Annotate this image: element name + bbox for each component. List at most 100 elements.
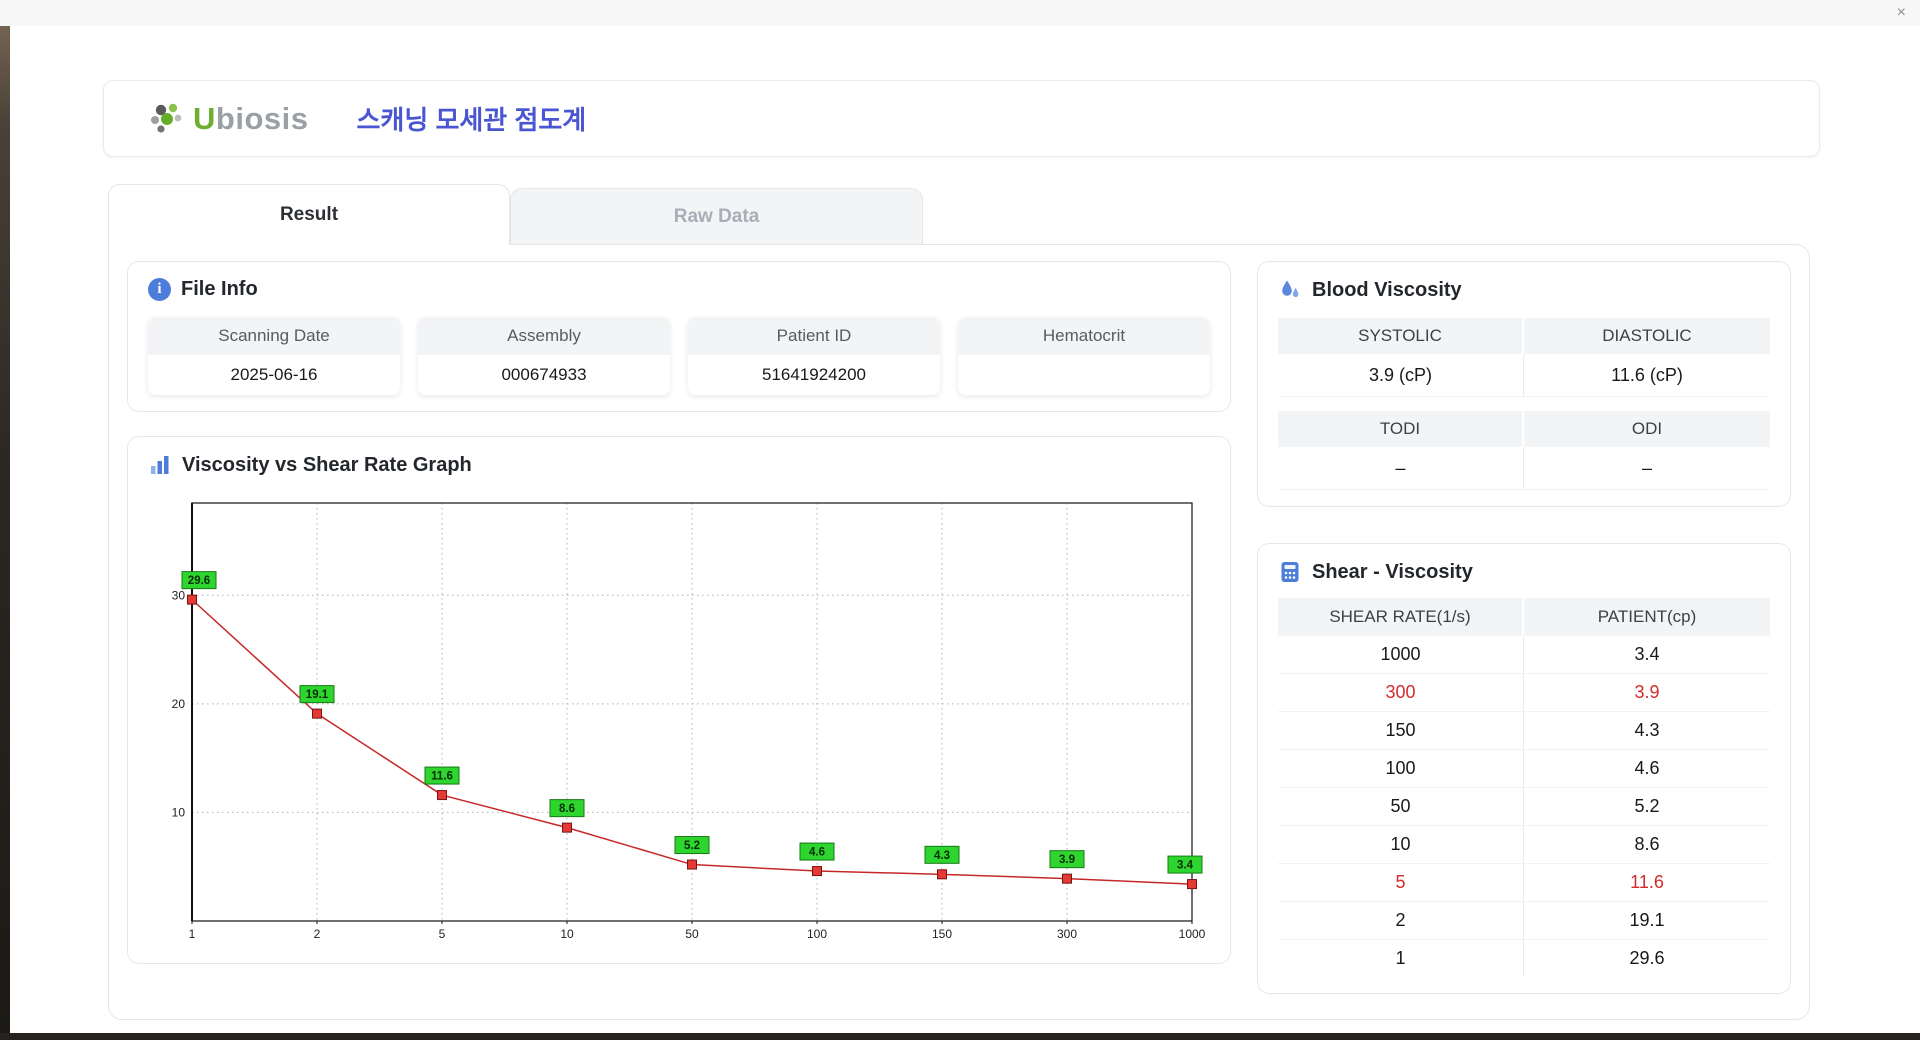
table-row: 5 11.6 bbox=[1278, 864, 1770, 902]
table-row: 1000 3.4 bbox=[1278, 636, 1770, 674]
field-label: Scanning Date bbox=[148, 317, 400, 355]
svg-text:3.9: 3.9 bbox=[1059, 854, 1075, 866]
svg-text:19.1: 19.1 bbox=[306, 689, 329, 701]
patient-cell: 3.4 bbox=[1634, 644, 1660, 664]
logo-text-u: U bbox=[193, 100, 216, 136]
logo-text: Ubiosis bbox=[193, 101, 308, 137]
svg-text:4.3: 4.3 bbox=[934, 850, 950, 862]
bv-value-odi: – bbox=[1524, 447, 1770, 490]
tab-raw-data[interactable]: Raw Data bbox=[510, 188, 923, 245]
table-row: 50 5.2 bbox=[1278, 788, 1770, 826]
tab-bar: Result Raw Data bbox=[108, 184, 923, 245]
table-row: 1 29.6 bbox=[1278, 940, 1770, 977]
svg-text:10: 10 bbox=[560, 927, 574, 941]
field-value: 2025-06-16 bbox=[230, 365, 318, 384]
bv-value-row: 3.9 (cP) 11.6 (cP) bbox=[1278, 354, 1770, 397]
bv-value-todi: – bbox=[1278, 447, 1524, 490]
blood-viscosity-card: Blood Viscosity SYSTOLIC DIASTOLIC 3.9 (cP… bbox=[1257, 261, 1791, 507]
patient-cell: 11.6 bbox=[1630, 872, 1664, 892]
calculator-icon bbox=[1281, 562, 1299, 582]
bv-header-todi: TODI bbox=[1278, 411, 1524, 447]
shear-viscosity-heading-row: Shear - Viscosity bbox=[1278, 560, 1770, 584]
svg-text:100: 100 bbox=[807, 927, 827, 941]
svg-text:10: 10 bbox=[172, 805, 186, 819]
logo-text-rest: biosis bbox=[215, 100, 309, 136]
bv-header-diastolic: DIASTOLIC bbox=[1524, 318, 1770, 354]
shear-rate-cell: 2 bbox=[1278, 902, 1524, 939]
file-info-field-scanning-date: Scanning Date 2025-06-16 bbox=[148, 317, 400, 395]
blood-viscosity-heading: Blood Viscosity bbox=[1312, 278, 1462, 301]
file-info-field-hematocrit: Hematocrit bbox=[958, 317, 1210, 395]
bv-header-systolic: SYSTOLIC bbox=[1278, 318, 1524, 354]
svg-text:8.6: 8.6 bbox=[559, 803, 575, 815]
shear-rate-cell: 100 bbox=[1278, 750, 1524, 787]
blood-viscosity-table: SYSTOLIC DIASTOLIC 3.9 (cP) 11.6 (cP) TODI OD… bbox=[1278, 318, 1770, 490]
shear-table-header-row: SHEAR RATE(1/s) PATIENT(cp) bbox=[1278, 598, 1770, 636]
file-info-field-assembly: Assembly 000674933 bbox=[418, 317, 670, 395]
field-label: Assembly bbox=[418, 317, 670, 355]
file-info-heading: File Info bbox=[181, 278, 258, 300]
app-content: Ubiosis 스캐닝 모세관 점도계 Result Raw Data i Fi… bbox=[10, 26, 1920, 1033]
shear-rate-cell: 50 bbox=[1278, 788, 1524, 825]
patient-column-header: PATIENT(cp) bbox=[1524, 598, 1770, 636]
svg-text:3.4: 3.4 bbox=[1177, 860, 1194, 872]
field-value: 51641924200 bbox=[761, 365, 866, 384]
table-row: 10 8.6 bbox=[1278, 826, 1770, 864]
patient-cell: 5.2 bbox=[1634, 796, 1660, 816]
tab-result[interactable]: Result bbox=[108, 184, 510, 245]
table-row: 300 3.9 bbox=[1278, 674, 1770, 712]
viscosity-chart: 10 20 30 1 2 5 10 50 100 150 300 1000 29.6 19.1 11.6 8.… bbox=[172, 502, 1206, 941]
shear-rate-cell: 1000 bbox=[1278, 636, 1524, 673]
svg-text:50: 50 bbox=[685, 927, 699, 941]
shear-rate-cell: 5 bbox=[1278, 864, 1524, 901]
table-row: 150 4.3 bbox=[1278, 712, 1770, 750]
app-header: Ubiosis 스캐닝 모세관 점도계 bbox=[103, 80, 1820, 157]
field-value bbox=[958, 355, 1210, 395]
bv-header-odi: ODI bbox=[1524, 411, 1770, 447]
logo-dots-icon bbox=[151, 103, 182, 133]
svg-text:1000: 1000 bbox=[1179, 927, 1206, 941]
shear-rate-cell: 300 bbox=[1278, 674, 1524, 711]
svg-text:1: 1 bbox=[189, 927, 196, 941]
window-top-bar: × bbox=[0, 0, 1920, 26]
shear-rate-column-header: SHEAR RATE(1/s) bbox=[1278, 598, 1524, 636]
patient-cell: 4.3 bbox=[1634, 720, 1660, 740]
close-icon[interactable]: × bbox=[1897, 3, 1906, 23]
table-row: 2 19.1 bbox=[1278, 902, 1770, 940]
desktop-edge-left bbox=[0, 0, 10, 1040]
file-info-field-patient-id: Patient ID 51641924200 bbox=[688, 317, 940, 395]
bv-value-systolic: 3.9 (cP) bbox=[1278, 354, 1524, 397]
svg-text:5.2: 5.2 bbox=[684, 840, 700, 852]
bv-header-row: TODI ODI bbox=[1278, 411, 1770, 447]
droplet-icon bbox=[1282, 280, 1299, 298]
svg-text:29.6: 29.6 bbox=[188, 575, 210, 587]
field-value: 000674933 bbox=[501, 365, 587, 384]
desktop-edge-bottom bbox=[0, 1033, 1920, 1040]
file-info-heading-row: i File Info bbox=[148, 278, 1210, 301]
info-icon: i bbox=[148, 278, 171, 301]
patient-cell: 8.6 bbox=[1634, 834, 1660, 854]
patient-cell: 4.6 bbox=[1634, 758, 1660, 778]
svg-text:11.6: 11.6 bbox=[431, 771, 453, 783]
shear-rate-cell: 1 bbox=[1278, 940, 1524, 977]
graph-heading: Viscosity vs Shear Rate Graph bbox=[182, 453, 472, 476]
right-column: Blood Viscosity SYSTOLIC DIASTOLIC 3.9 (cP… bbox=[1257, 261, 1791, 1003]
svg-text:4.6: 4.6 bbox=[809, 847, 825, 859]
field-label: Patient ID bbox=[688, 317, 940, 355]
bv-header-row: SYSTOLIC DIASTOLIC bbox=[1278, 318, 1770, 354]
patient-cell: 29.6 bbox=[1629, 948, 1665, 968]
svg-text:300: 300 bbox=[1057, 927, 1077, 941]
shear-viscosity-table: SHEAR RATE(1/s) PATIENT(cp) 1000 3.4 300… bbox=[1278, 598, 1770, 977]
page-title: 스캐닝 모세관 점도계 bbox=[356, 105, 587, 135]
bv-value-diastolic: 11.6 (cP) bbox=[1524, 354, 1770, 397]
shear-rate-cell: 150 bbox=[1278, 712, 1524, 749]
svg-text:5: 5 bbox=[439, 927, 446, 941]
svg-text:20: 20 bbox=[172, 697, 186, 711]
result-panel: i File Info Scanning Date 2025-06-16 Ass… bbox=[108, 244, 1810, 1020]
shear-rate-cell: 10 bbox=[1278, 826, 1524, 863]
svg-text:30: 30 bbox=[172, 588, 186, 602]
bv-value-row: – – bbox=[1278, 447, 1770, 490]
app-window: × Ubiosis 스캐닝 모세관 점도계 Result Raw Data i … bbox=[0, 0, 1920, 1040]
shear-viscosity-heading: Shear - Viscosity bbox=[1312, 560, 1473, 583]
patient-cell: 3.9 bbox=[1634, 682, 1660, 702]
